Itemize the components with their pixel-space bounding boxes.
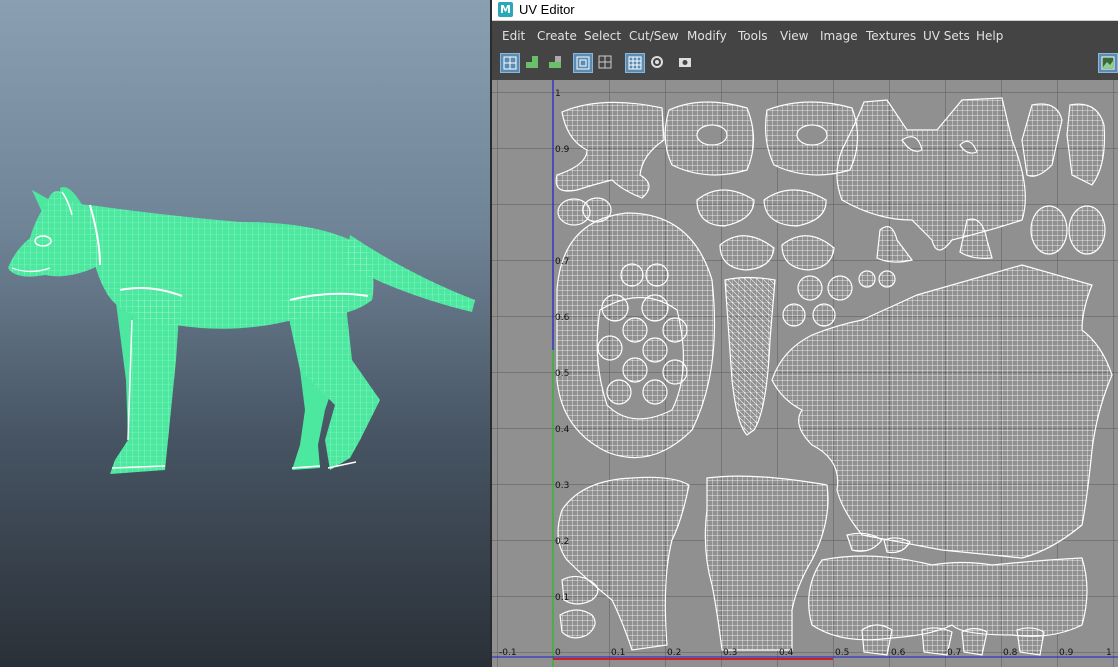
menu-help[interactable]: Help bbox=[976, 29, 1003, 43]
uv-canvas[interactable]: 1 0.9 0.7 0.6 0.5 0.4 0.3 0.2 0.1 -0.1 0… bbox=[492, 80, 1118, 667]
grid-toggle-icon[interactable] bbox=[625, 53, 645, 73]
u-tick-0.5: 0.5 bbox=[835, 648, 849, 658]
u-tick-0.4: 0.4 bbox=[779, 648, 794, 658]
title-bar[interactable]: M UV Editor bbox=[492, 0, 1118, 21]
gear-icon[interactable] bbox=[648, 53, 668, 73]
u-tick-0.1: 0.1 bbox=[611, 648, 625, 658]
v-tick-0.9: 0.9 bbox=[555, 145, 570, 155]
v-tick-0.7: 0.7 bbox=[555, 257, 569, 267]
menu-uv-sets[interactable]: UV Sets bbox=[923, 29, 970, 43]
u-tick-0: 0 bbox=[555, 648, 561, 658]
snapshot-icon[interactable] bbox=[676, 53, 696, 73]
v-tick-0.3: 0.3 bbox=[555, 481, 569, 491]
uv-shell-select-icon[interactable] bbox=[500, 53, 520, 73]
u-tick-0.2: 0.2 bbox=[667, 648, 681, 658]
u-tick-0.7: 0.7 bbox=[947, 648, 961, 658]
image-display-icon[interactable] bbox=[1098, 53, 1118, 73]
u-tick-0.9: 0.9 bbox=[1059, 648, 1074, 658]
u-tick--0.1: -0.1 bbox=[499, 648, 517, 658]
menu-modify[interactable]: Modify bbox=[687, 29, 727, 43]
menu-bar: Edit Create Select Cut/Sew Modify Tools … bbox=[492, 26, 1118, 46]
uv-toolbar bbox=[492, 50, 1118, 78]
menu-create[interactable]: Create bbox=[537, 29, 577, 43]
maya-logo-icon: M bbox=[498, 2, 513, 17]
frame-icon[interactable] bbox=[573, 53, 593, 73]
menu-textures[interactable]: Textures bbox=[866, 29, 916, 43]
u-tick-1: 1 bbox=[1106, 648, 1112, 658]
menu-cut-sew[interactable]: Cut/Sew bbox=[629, 29, 679, 43]
grid-small-icon[interactable] bbox=[596, 53, 616, 73]
menu-edit[interactable]: Edit bbox=[502, 29, 525, 43]
uv-editor-window: M UV Editor Edit Create Select Cut/Sew M… bbox=[492, 0, 1118, 667]
menu-view[interactable]: View bbox=[780, 29, 808, 43]
v-tick-0.4: 0.4 bbox=[555, 425, 570, 435]
u-tick-0.8: 0.8 bbox=[1003, 648, 1018, 658]
wolf-mesh bbox=[8, 186, 475, 474]
grey-steps-icon[interactable] bbox=[546, 53, 566, 73]
3d-viewport[interactable] bbox=[0, 0, 490, 667]
v-tick-0.1: 0.1 bbox=[555, 593, 569, 603]
u-tick-0.6: 0.6 bbox=[891, 648, 906, 658]
v-tick-0.6: 0.6 bbox=[555, 313, 570, 323]
wolf-model[interactable] bbox=[0, 0, 490, 667]
v-tick-1: 1 bbox=[555, 89, 561, 99]
menu-image[interactable]: Image bbox=[820, 29, 858, 43]
u-tick-0.3: 0.3 bbox=[723, 648, 737, 658]
menu-tools[interactable]: Tools bbox=[738, 29, 768, 43]
window-title: UV Editor bbox=[519, 2, 575, 17]
v-tick-0.2: 0.2 bbox=[555, 537, 569, 547]
green-steps-icon[interactable] bbox=[523, 53, 543, 73]
v-tick-0.5: 0.5 bbox=[555, 369, 569, 379]
menu-select[interactable]: Select bbox=[584, 29, 621, 43]
